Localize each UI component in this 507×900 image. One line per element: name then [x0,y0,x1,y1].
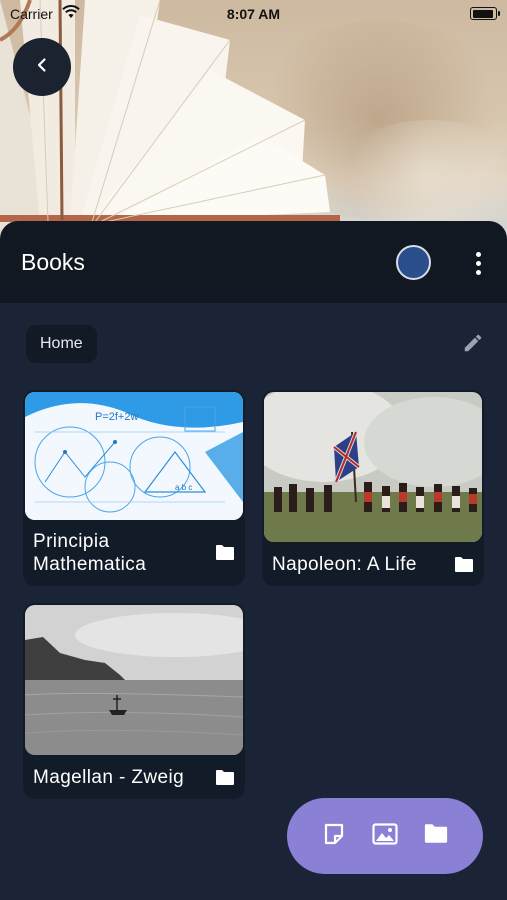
book-title: Magellan - Zweig [33,767,185,788]
book-title: Napoleon: A Life [272,554,417,575]
book-thumbnail [264,392,482,542]
folder-icon [215,769,235,786]
add-folder-button[interactable] [421,821,451,851]
folder-icon [454,556,474,573]
battery-icon [470,7,500,20]
book-card-magellan[interactable]: Magellan - Zweig [23,603,245,799]
more-vert-icon [475,251,481,257]
create-actions-fab [287,798,483,874]
svg-text:a b c: a b c [175,483,192,492]
image-icon [372,822,398,850]
book-thumbnail [25,605,243,755]
book-title: Principia Mathematica [33,531,147,575]
back-button[interactable] [13,38,71,96]
folder-icon [215,544,235,561]
folder-icon [423,823,449,849]
book-card-principia[interactable]: P=2f+2w a b c Principia Mathematica [23,390,245,586]
page-title: Books [21,249,85,275]
book-card-napoleon[interactable]: Napoleon: A Life [262,390,484,586]
book-thumbnail: P=2f+2w a b c [25,392,243,520]
app-bar: Books [0,221,507,303]
svg-text:P=2f+2w: P=2f+2w [95,411,138,423]
breadcrumb-home[interactable]: Home [26,325,97,363]
edit-button[interactable] [462,332,484,354]
add-note-button[interactable] [319,821,349,851]
clock: 8:07 AM [226,6,281,22]
chevron-left-icon [34,57,50,78]
more-options-button[interactable] [466,249,490,277]
add-image-button[interactable] [370,821,400,851]
avatar[interactable] [396,245,431,280]
pencil-icon [462,334,484,358]
note-icon [322,822,346,851]
status-bar: Carrier 8:07 AM [0,0,507,28]
